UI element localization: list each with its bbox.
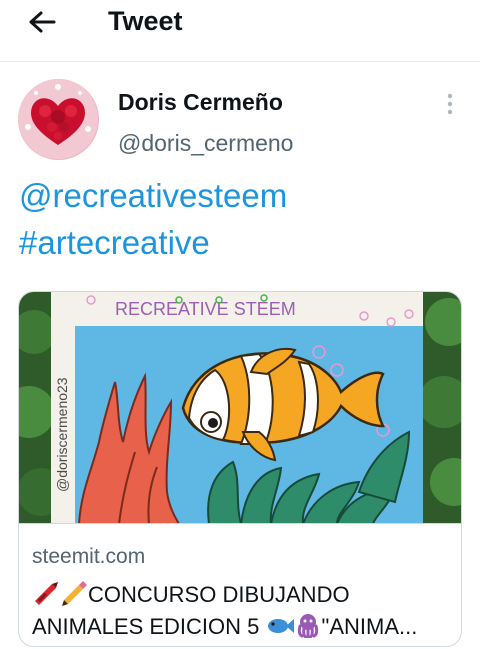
author-name[interactable]: Doris Cermeño bbox=[118, 88, 283, 116]
hashtag-link[interactable]: #artecreative bbox=[19, 219, 469, 266]
heart-roses-avatar-image bbox=[18, 79, 99, 160]
mention-link[interactable]: @recreativesteem bbox=[19, 172, 469, 219]
avatar[interactable] bbox=[18, 79, 99, 160]
author-handle[interactable]: @doris_cermeno bbox=[118, 129, 293, 157]
tweet-text: @recreativesteem #artecreative bbox=[19, 172, 469, 266]
artist-signature: @doriscermeno23 bbox=[54, 377, 70, 492]
card-title: CONCURSO DIBUJANDO ANIMALES EDICION 5 "A… bbox=[32, 579, 456, 643]
card-title-line2-end: "ANIMA... bbox=[321, 614, 418, 639]
card-title-line2-start: ANIMALES EDICION 5 bbox=[32, 614, 260, 639]
pencil-icon bbox=[62, 581, 87, 606]
link-preview-card[interactable]: RECREATIVE STEEM @doriscermeno23 steemit… bbox=[18, 291, 462, 647]
top-bar: Tweet bbox=[0, 0, 480, 62]
card-title-line1: CONCURSO DIBUJANDO bbox=[88, 582, 350, 607]
image-caption: RECREATIVE STEEM bbox=[115, 299, 296, 319]
clownfish-drawing-image: RECREATIVE STEEM @doriscermeno23 bbox=[19, 292, 461, 523]
back-button[interactable] bbox=[22, 6, 62, 38]
crayon-icon bbox=[35, 582, 58, 605]
card-image: RECREATIVE STEEM @doriscermeno23 bbox=[19, 292, 461, 524]
arrow-left-icon bbox=[29, 11, 56, 33]
more-options-button[interactable] bbox=[438, 88, 462, 120]
fish-icon bbox=[267, 619, 294, 633]
card-domain: steemit.com bbox=[32, 545, 146, 568]
page-title: Tweet bbox=[108, 6, 183, 36]
more-vertical-icon bbox=[447, 93, 453, 115]
octopus-icon bbox=[297, 614, 318, 638]
